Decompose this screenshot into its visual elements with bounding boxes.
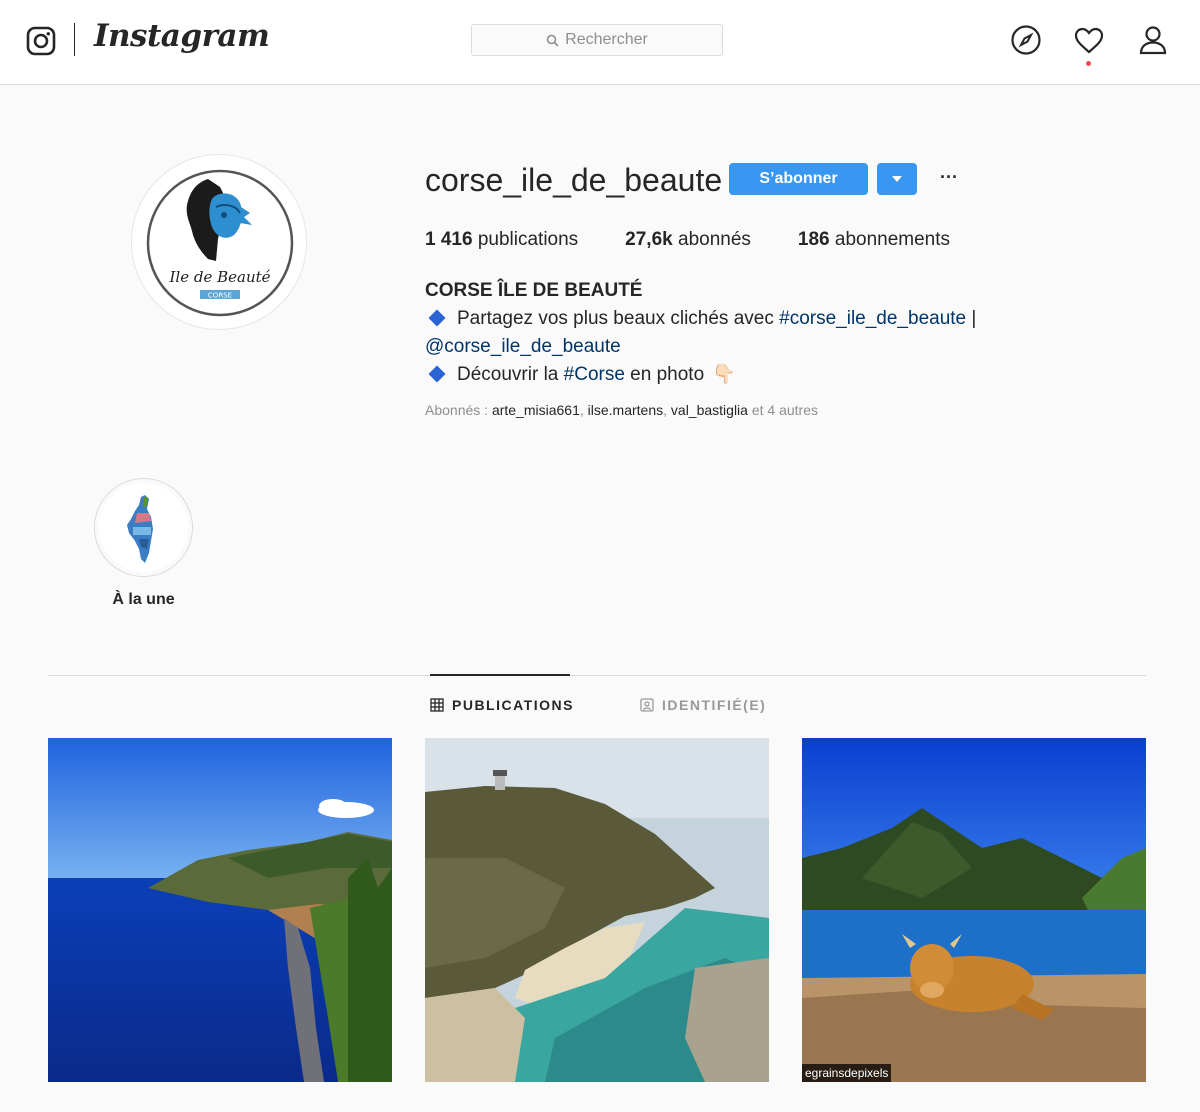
tagged-user-icon	[640, 698, 654, 712]
tabs-divider	[48, 675, 1146, 676]
tab-label: IDENTIFIÉ(E)	[662, 697, 767, 713]
suggestions-dropdown-button[interactable]	[877, 163, 917, 195]
bio-line-3: Découvrir la #Corse en photo 👇🏻	[425, 361, 1025, 389]
hashtag-link[interactable]: #corse_ile_de_beaute	[779, 308, 966, 329]
heart-icon[interactable]	[1073, 24, 1105, 56]
search-placeholder: Rechercher	[565, 31, 648, 48]
follower-username[interactable]: val_bastiglia	[671, 402, 748, 418]
followed-by-suffix: et 4 autres	[747, 402, 819, 418]
active-tab-indicator	[430, 674, 570, 676]
stat-following[interactable]: 186 abonnements	[798, 229, 950, 251]
stat-publications: 1 416 publications	[425, 229, 578, 251]
stat-value: 27,6k	[625, 229, 673, 250]
cow-bay-photo	[802, 738, 1146, 1082]
story-highlight-label: À la une	[112, 591, 175, 608]
bio-line-2: @corse_ile_de_beaute	[425, 333, 1025, 361]
stat-value: 1 416	[425, 229, 473, 250]
bio-line-1: Partagez vos plus beaux clichés avec #co…	[425, 305, 1025, 333]
compass-icon[interactable]	[1010, 24, 1042, 56]
hashtag-link[interactable]: #Corse	[564, 364, 625, 385]
bio-text: Partagez vos plus beaux clichés avec	[457, 308, 780, 329]
profile-bio: CORSE ÎLE DE BEAUTÉ Partagez vos plus be…	[425, 277, 1025, 389]
post-thumbnail[interactable]: egrainsdepixels	[802, 738, 1146, 1082]
notification-dot	[1086, 61, 1091, 66]
user-icon[interactable]	[1137, 24, 1169, 56]
follow-button[interactable]: S’abonner	[729, 163, 868, 195]
post-thumbnail[interactable]	[425, 738, 769, 1082]
more-options-button[interactable]: ···	[936, 166, 962, 192]
logo-separator	[74, 23, 75, 56]
tab-publications[interactable]: PUBLICATIONS	[430, 697, 574, 713]
follower-username[interactable]: ilse.martens	[588, 402, 663, 418]
followed-by-prefix: Abonnés :	[425, 402, 492, 418]
story-highlight-cover	[99, 483, 188, 572]
stat-followers[interactable]: 27,6k abonnés	[625, 229, 751, 251]
avatar-script-text: Ile de Beauté	[168, 268, 270, 286]
bio-text: en photo	[624, 364, 705, 385]
search-icon	[546, 34, 559, 47]
coastline-photo	[48, 738, 392, 1082]
stat-label: publications	[472, 229, 579, 250]
avatar-badge: CORSE	[208, 292, 232, 300]
bio-text: |	[966, 308, 977, 329]
follower-username[interactable]: arte_misia661	[492, 402, 580, 418]
tab-label: PUBLICATIONS	[452, 697, 574, 713]
tab-tagged[interactable]: IDENTIFIÉ(E)	[640, 697, 766, 713]
bio-text: Découvrir la	[457, 364, 564, 385]
top-nav: Instagram Rechercher	[0, 0, 1200, 85]
photo-credit: egrainsdepixels	[802, 1064, 892, 1082]
mention-link[interactable]: @corse_ile_de_beaute	[425, 336, 621, 357]
stat-label: abonnements	[829, 229, 951, 250]
grid-icon	[430, 698, 444, 712]
stat-label: abonnés	[672, 229, 751, 250]
profile-full-name: CORSE ÎLE DE BEAUTÉ	[425, 280, 643, 301]
post-thumbnail[interactable]	[48, 738, 392, 1082]
followed-by[interactable]: Abonnés : arte_misia661, ilse.martens, v…	[425, 402, 818, 418]
corsica-map-image	[127, 495, 153, 563]
blue-diamond-icon	[428, 309, 446, 327]
profile-stats: 1 416 publications 27,6k abonnés 186 abo…	[425, 229, 997, 251]
pointing-down-emoji: 👇🏻	[712, 364, 736, 385]
profile-username: corse_ile_de_beaute	[425, 162, 723, 198]
triangle-down-icon	[892, 176, 902, 182]
stat-value: 186	[797, 229, 830, 250]
instagram-glyph-icon[interactable]	[26, 26, 56, 56]
search-input[interactable]: Rechercher	[471, 24, 723, 56]
instagram-wordmark[interactable]: Instagram	[94, 18, 270, 54]
blue-diamond-icon	[428, 365, 446, 383]
profile-avatar-image: Ile de Beauté CORSE	[146, 169, 294, 317]
lighthouse-cliff-photo	[425, 738, 769, 1082]
